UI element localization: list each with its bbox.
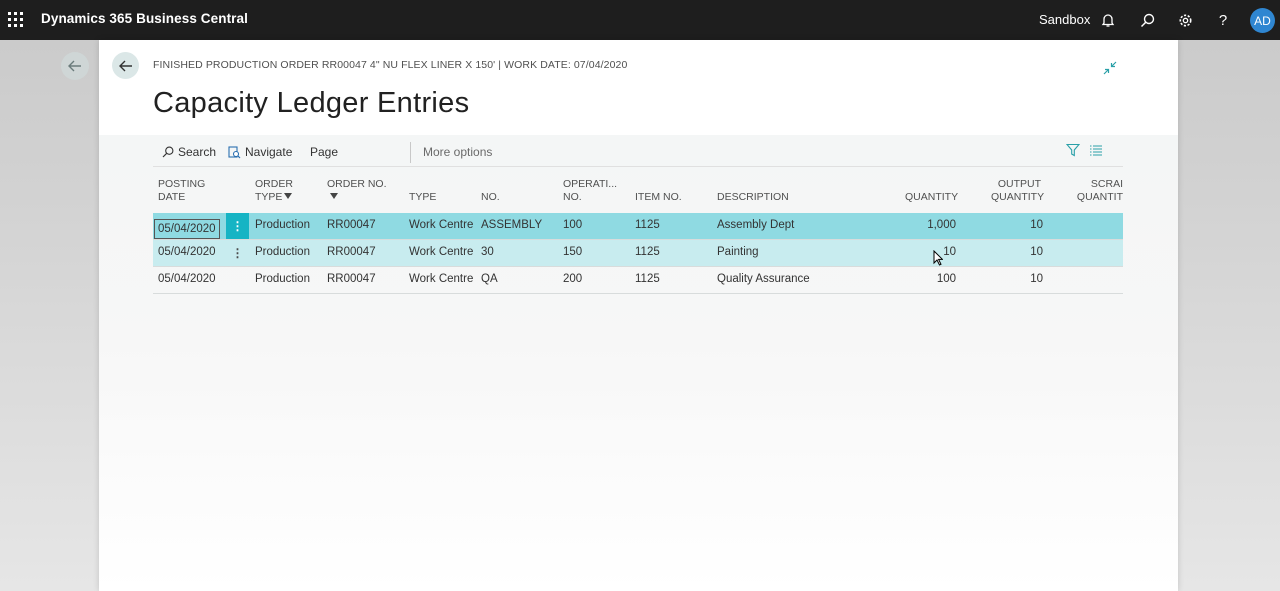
type-cell: Work Centre: [409, 246, 474, 258]
posting-date-cell[interactable]: 05/04/2020: [158, 246, 216, 258]
bell-icon[interactable]: [1097, 9, 1119, 31]
more-options-action[interactable]: More options: [423, 145, 492, 159]
breadcrumb: FINISHED PRODUCTION ORDER RR00047 4" NU …: [153, 59, 628, 71]
grid-header: POSTING DATE ORDER TYPE ORDER NO. TYPE NO.…: [153, 173, 1123, 213]
search-icon[interactable]: [1136, 9, 1158, 31]
column-filter-icon: [284, 193, 293, 200]
output-quantity-cell: 10: [1030, 246, 1043, 258]
order-type-cell: Production: [255, 246, 310, 258]
environment-label: Sandbox: [1039, 12, 1091, 27]
page-action-label: Page: [310, 145, 339, 159]
quantity-cell: 1,000: [927, 219, 956, 231]
col-order-type[interactable]: ORDER TYPE: [255, 178, 293, 204]
search-action[interactable]: Search: [162, 145, 216, 159]
background-back-button[interactable]: [61, 52, 89, 80]
item-no-cell[interactable]: 1125: [635, 246, 660, 258]
page-title: Capacity Ledger Entries: [153, 87, 470, 119]
col-scrap-quantity[interactable]: SCRAI QUANTIT: [1073, 178, 1123, 204]
avatar[interactable]: AD: [1250, 8, 1275, 33]
order-type-cell: Production: [255, 219, 310, 231]
page-panel: FINISHED PRODUCTION ORDER RR00047 4" NU …: [99, 40, 1178, 591]
operation-no-cell: 200: [563, 273, 583, 285]
back-button[interactable]: [112, 52, 139, 79]
navigate-icon: [228, 145, 241, 158]
output-quantity-cell: 10: [1030, 219, 1043, 231]
col-order-no[interactable]: ORDER NO.: [327, 178, 387, 204]
quantity-cell: 10: [943, 246, 956, 258]
filter-icon[interactable]: [1065, 143, 1081, 160]
description-cell: Quality Assurance: [717, 273, 810, 285]
col-no[interactable]: NO.: [481, 191, 500, 204]
row-menu-icon[interactable]: ⋮: [226, 240, 249, 266]
help-icon[interactable]: ?: [1212, 9, 1234, 31]
action-bar: Search Navigate Page More options: [153, 141, 1123, 165]
table-row[interactable]: 05/04/2020 ⋮ Production RR00047 Work Cen…: [153, 213, 1123, 240]
col-type[interactable]: TYPE: [409, 191, 436, 204]
page-action[interactable]: Page: [310, 145, 338, 159]
table-row[interactable]: 05/04/2020 ⋮ Production RR00047 Work Cen…: [153, 240, 1123, 267]
action-bar-divider: [153, 166, 1123, 167]
waffle-icon[interactable]: [8, 12, 24, 28]
output-quantity-cell: 10: [1030, 273, 1043, 285]
item-no-cell[interactable]: 1125: [635, 273, 660, 285]
operation-no-cell: 150: [563, 246, 583, 258]
no-cell[interactable]: QA: [481, 273, 498, 285]
search-icon: [162, 146, 174, 158]
col-output-quantity[interactable]: OUTPUT QUANTITY: [991, 178, 1044, 204]
search-action-label: Search: [178, 145, 217, 159]
description-cell: Painting: [717, 246, 759, 258]
action-separator: [410, 142, 411, 163]
order-no-cell[interactable]: RR00047: [327, 246, 376, 258]
navigate-action[interactable]: Navigate: [228, 145, 292, 159]
col-posting-date[interactable]: POSTING DATE: [158, 178, 205, 204]
collapse-icon[interactable]: [1102, 60, 1118, 76]
table-row[interactable]: 05/04/2020 Production RR00047 Work Centr…: [153, 267, 1123, 294]
col-operation-no[interactable]: OPERATI... NO.: [563, 178, 617, 204]
mouse-cursor-icon: [933, 249, 944, 266]
row-menu-icon[interactable]: ⋮: [226, 213, 249, 239]
gear-icon[interactable]: [1174, 9, 1196, 31]
description-cell: Assembly Dept: [717, 219, 795, 231]
no-cell[interactable]: 30: [481, 246, 494, 258]
arrow-left-icon: [118, 60, 132, 71]
col-item-no[interactable]: ITEM NO.: [635, 191, 682, 204]
posting-date-cell[interactable]: 05/04/2020: [158, 273, 216, 285]
posting-date-cell[interactable]: 05/04/2020: [154, 219, 220, 239]
col-quantity[interactable]: QUANTITY: [905, 191, 958, 204]
top-bar: Dynamics 365 Business Central Sandbox ? …: [0, 0, 1280, 40]
quantity-cell: 100: [936, 273, 956, 285]
col-description[interactable]: DESCRIPTION: [717, 191, 789, 204]
navigate-action-label: Navigate: [245, 145, 293, 159]
more-options-label: More options: [423, 145, 493, 159]
order-no-cell[interactable]: RR00047: [327, 219, 376, 231]
no-cell[interactable]: ASSEMBLY: [481, 219, 542, 231]
column-filter-icon: [330, 193, 338, 200]
operation-no-cell: 100: [563, 219, 583, 231]
type-cell: Work Centre: [409, 219, 474, 231]
order-no-cell[interactable]: RR00047: [327, 273, 376, 285]
app-title[interactable]: Dynamics 365 Business Central: [41, 11, 248, 26]
item-no-cell[interactable]: 1125: [635, 219, 660, 231]
list-view-icon[interactable]: [1089, 143, 1103, 160]
type-cell: Work Centre: [409, 273, 474, 285]
order-type-cell: Production: [255, 273, 310, 285]
